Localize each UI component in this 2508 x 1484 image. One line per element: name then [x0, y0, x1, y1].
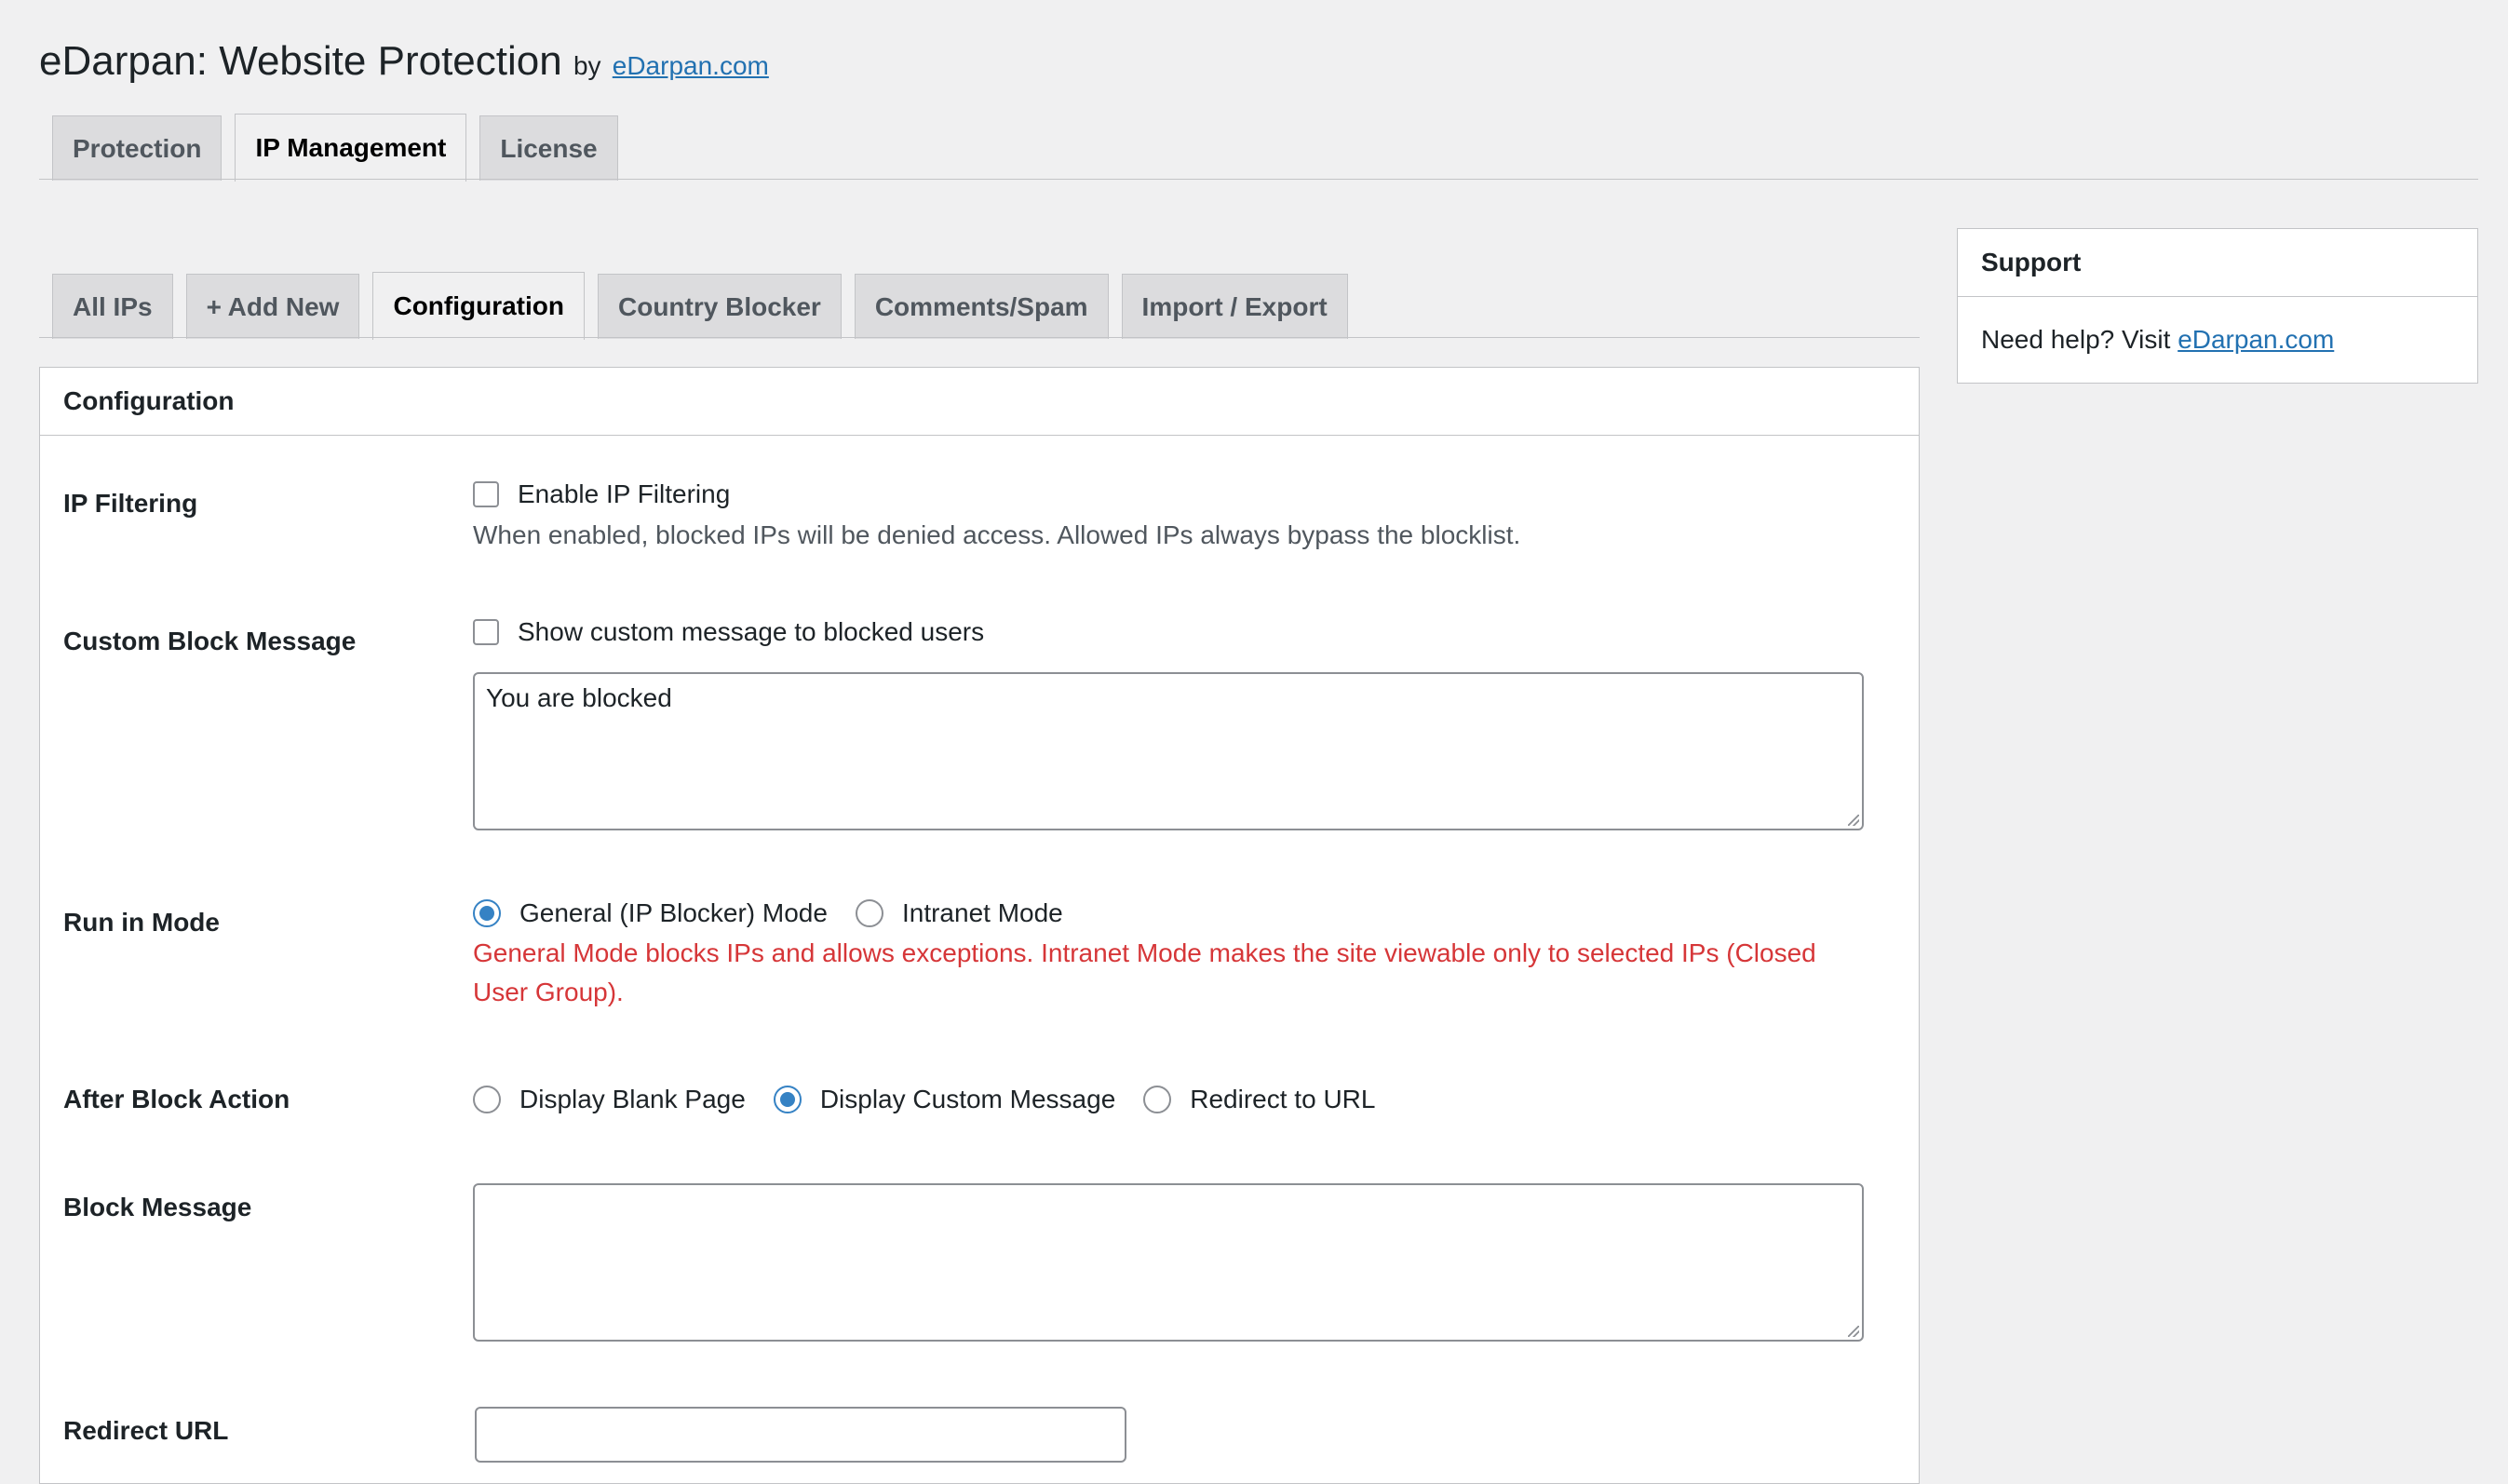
- redirect-url-label: Redirect URL: [63, 1416, 229, 1445]
- redirect-to-url-option[interactable]: Redirect to URL: [1143, 1085, 1375, 1114]
- custom-block-message-label: Custom Block Message: [63, 627, 357, 655]
- tab-import-export[interactable]: Import / Export: [1121, 274, 1348, 339]
- configuration-heading: Configuration: [40, 368, 1919, 436]
- enable-ip-filtering-text: Enable IP Filtering: [518, 479, 731, 508]
- general-mode-option[interactable]: General (IP Blocker) Mode: [473, 898, 828, 928]
- main-tabs-divider: [39, 179, 2478, 180]
- intranet-mode-text: Intranet Mode: [901, 898, 1063, 927]
- block-message-textarea[interactable]: [473, 1183, 1864, 1342]
- display-custom-message-radio[interactable]: [773, 1086, 802, 1113]
- edarpan-link[interactable]: eDarpan.com: [613, 51, 769, 80]
- tab-license[interactable]: License: [479, 115, 618, 181]
- show-custom-message-checkbox[interactable]: [473, 619, 499, 645]
- support-body: Need help? Visit eDarpan.com: [1958, 297, 2477, 383]
- tab-configuration[interactable]: Configuration: [372, 272, 585, 340]
- intranet-mode-option[interactable]: Intranet Mode: [855, 898, 1063, 928]
- show-custom-message-text: Show custom message to blocked users: [518, 617, 985, 646]
- custom-block-message-field: Show custom message to blocked users: [473, 617, 984, 647]
- redirect-url-input[interactable]: [475, 1407, 1126, 1463]
- tab-add-new[interactable]: + Add New: [185, 274, 360, 339]
- main-tabs: Protection IP Management License: [52, 114, 631, 182]
- support-box: Support Need help? Visit eDarpan.com: [1957, 228, 2478, 384]
- display-blank-page-radio[interactable]: [473, 1086, 501, 1113]
- block-message-label: Block Message: [63, 1193, 252, 1221]
- display-custom-message-text: Display Custom Message: [819, 1085, 1116, 1113]
- run-mode-field: General (IP Blocker) Mode Intranet Mode …: [473, 898, 1869, 1012]
- configuration-panel: Configuration IP Filtering Enable IP Fil…: [39, 367, 1920, 1484]
- tab-protection[interactable]: Protection: [52, 115, 222, 181]
- ip-filtering-field: Enable IP Filtering When enabled, blocke…: [473, 479, 1520, 550]
- custom-message-textarea[interactable]: You are blocked: [473, 672, 1864, 830]
- page-title: eDarpan: Website Protection: [39, 38, 562, 84]
- redirect-to-url-text: Redirect to URL: [1190, 1085, 1376, 1113]
- support-heading: Support: [1958, 229, 2477, 297]
- ip-filtering-label: IP Filtering: [63, 489, 198, 518]
- sub-tabs: All IPs + Add New Configuration Country …: [52, 272, 1361, 340]
- after-block-action-field: Display Blank Page Display Custom Messag…: [473, 1085, 1403, 1114]
- run-mode-warning: General Mode blocks IPs and allows excep…: [473, 938, 1816, 1006]
- support-text: Need help? Visit: [1981, 325, 2171, 354]
- page-title-block: eDarpan: Website Protection by eDarpan.c…: [39, 37, 769, 90]
- sub-tabs-divider: [39, 337, 1920, 338]
- after-block-action-options: Display Blank Page Display Custom Messag…: [473, 1085, 1403, 1114]
- display-custom-message-option[interactable]: Display Custom Message: [773, 1085, 1116, 1114]
- display-blank-page-text: Display Blank Page: [519, 1085, 746, 1113]
- after-block-action-label: After Block Action: [63, 1085, 290, 1113]
- run-mode-label: Run in Mode: [63, 908, 220, 937]
- tab-country-blocker[interactable]: Country Blocker: [598, 274, 842, 339]
- display-blank-page-option[interactable]: Display Blank Page: [473, 1085, 746, 1114]
- redirect-to-url-radio[interactable]: [1143, 1086, 1172, 1113]
- support-link[interactable]: eDarpan.com: [2178, 325, 2334, 354]
- general-mode-text: General (IP Blocker) Mode: [519, 898, 828, 927]
- enable-ip-filtering-checkbox[interactable]: [473, 481, 499, 507]
- ip-filtering-description: When enabled, blocked IPs will be denied…: [473, 520, 1521, 549]
- intranet-mode-radio[interactable]: [855, 899, 883, 927]
- general-mode-radio[interactable]: [473, 899, 501, 927]
- run-mode-options: General (IP Blocker) Mode Intranet Mode: [473, 898, 1869, 928]
- tab-all-ips[interactable]: All IPs: [52, 274, 173, 339]
- show-custom-message-option[interactable]: Show custom message to blocked users: [473, 617, 984, 647]
- enable-ip-filtering-option[interactable]: Enable IP Filtering: [473, 479, 1520, 509]
- tab-comments-spam[interactable]: Comments/Spam: [854, 274, 1109, 339]
- by-text: by: [573, 51, 601, 80]
- tab-ip-management[interactable]: IP Management: [235, 114, 467, 182]
